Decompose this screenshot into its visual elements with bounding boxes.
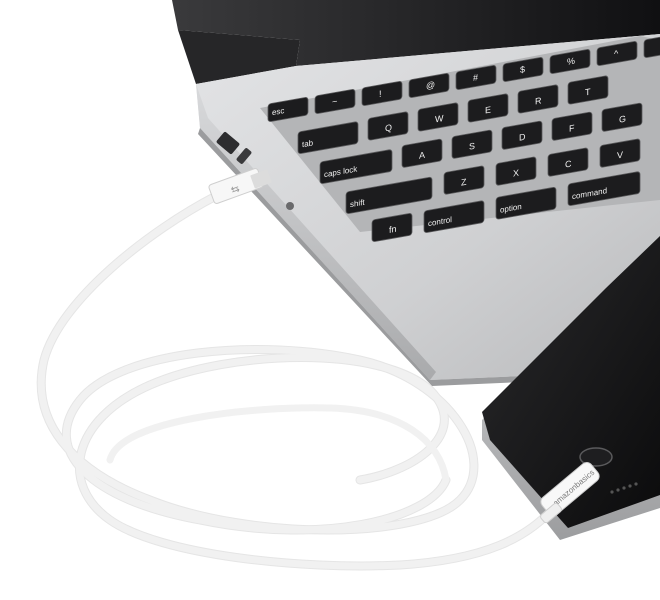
key-label: $ [520,64,525,75]
photo-canvas: esc~!@#$%^&tabQWERTcaps lockASDFGshiftZX… [36,0,660,571]
key-label: A [419,150,426,161]
product-photo: esc~!@#$%^&tabQWERTcaps lockASDFGshiftZX… [0,0,660,600]
key-label: Q [385,122,392,133]
key-label: W [435,113,444,124]
key-label: ^ [614,48,619,59]
audio-jack [286,202,294,210]
key-label: @ [426,79,435,91]
key-label: F [569,123,575,134]
key-label: E [485,105,491,116]
key-label: G [619,114,626,125]
key-label: S [469,141,475,152]
key-label: ~ [332,96,337,107]
key-label: fn [389,224,396,235]
key-label: # [473,72,478,83]
key-label: Z [461,177,467,188]
key-label: R [535,95,542,106]
key-label: C [565,158,572,169]
key-label: % [567,56,575,67]
key-label: T [585,87,591,98]
key-label: D [519,132,526,143]
key-label: X [513,168,519,179]
key-label: ! [379,89,381,99]
key-label: V [617,150,623,161]
